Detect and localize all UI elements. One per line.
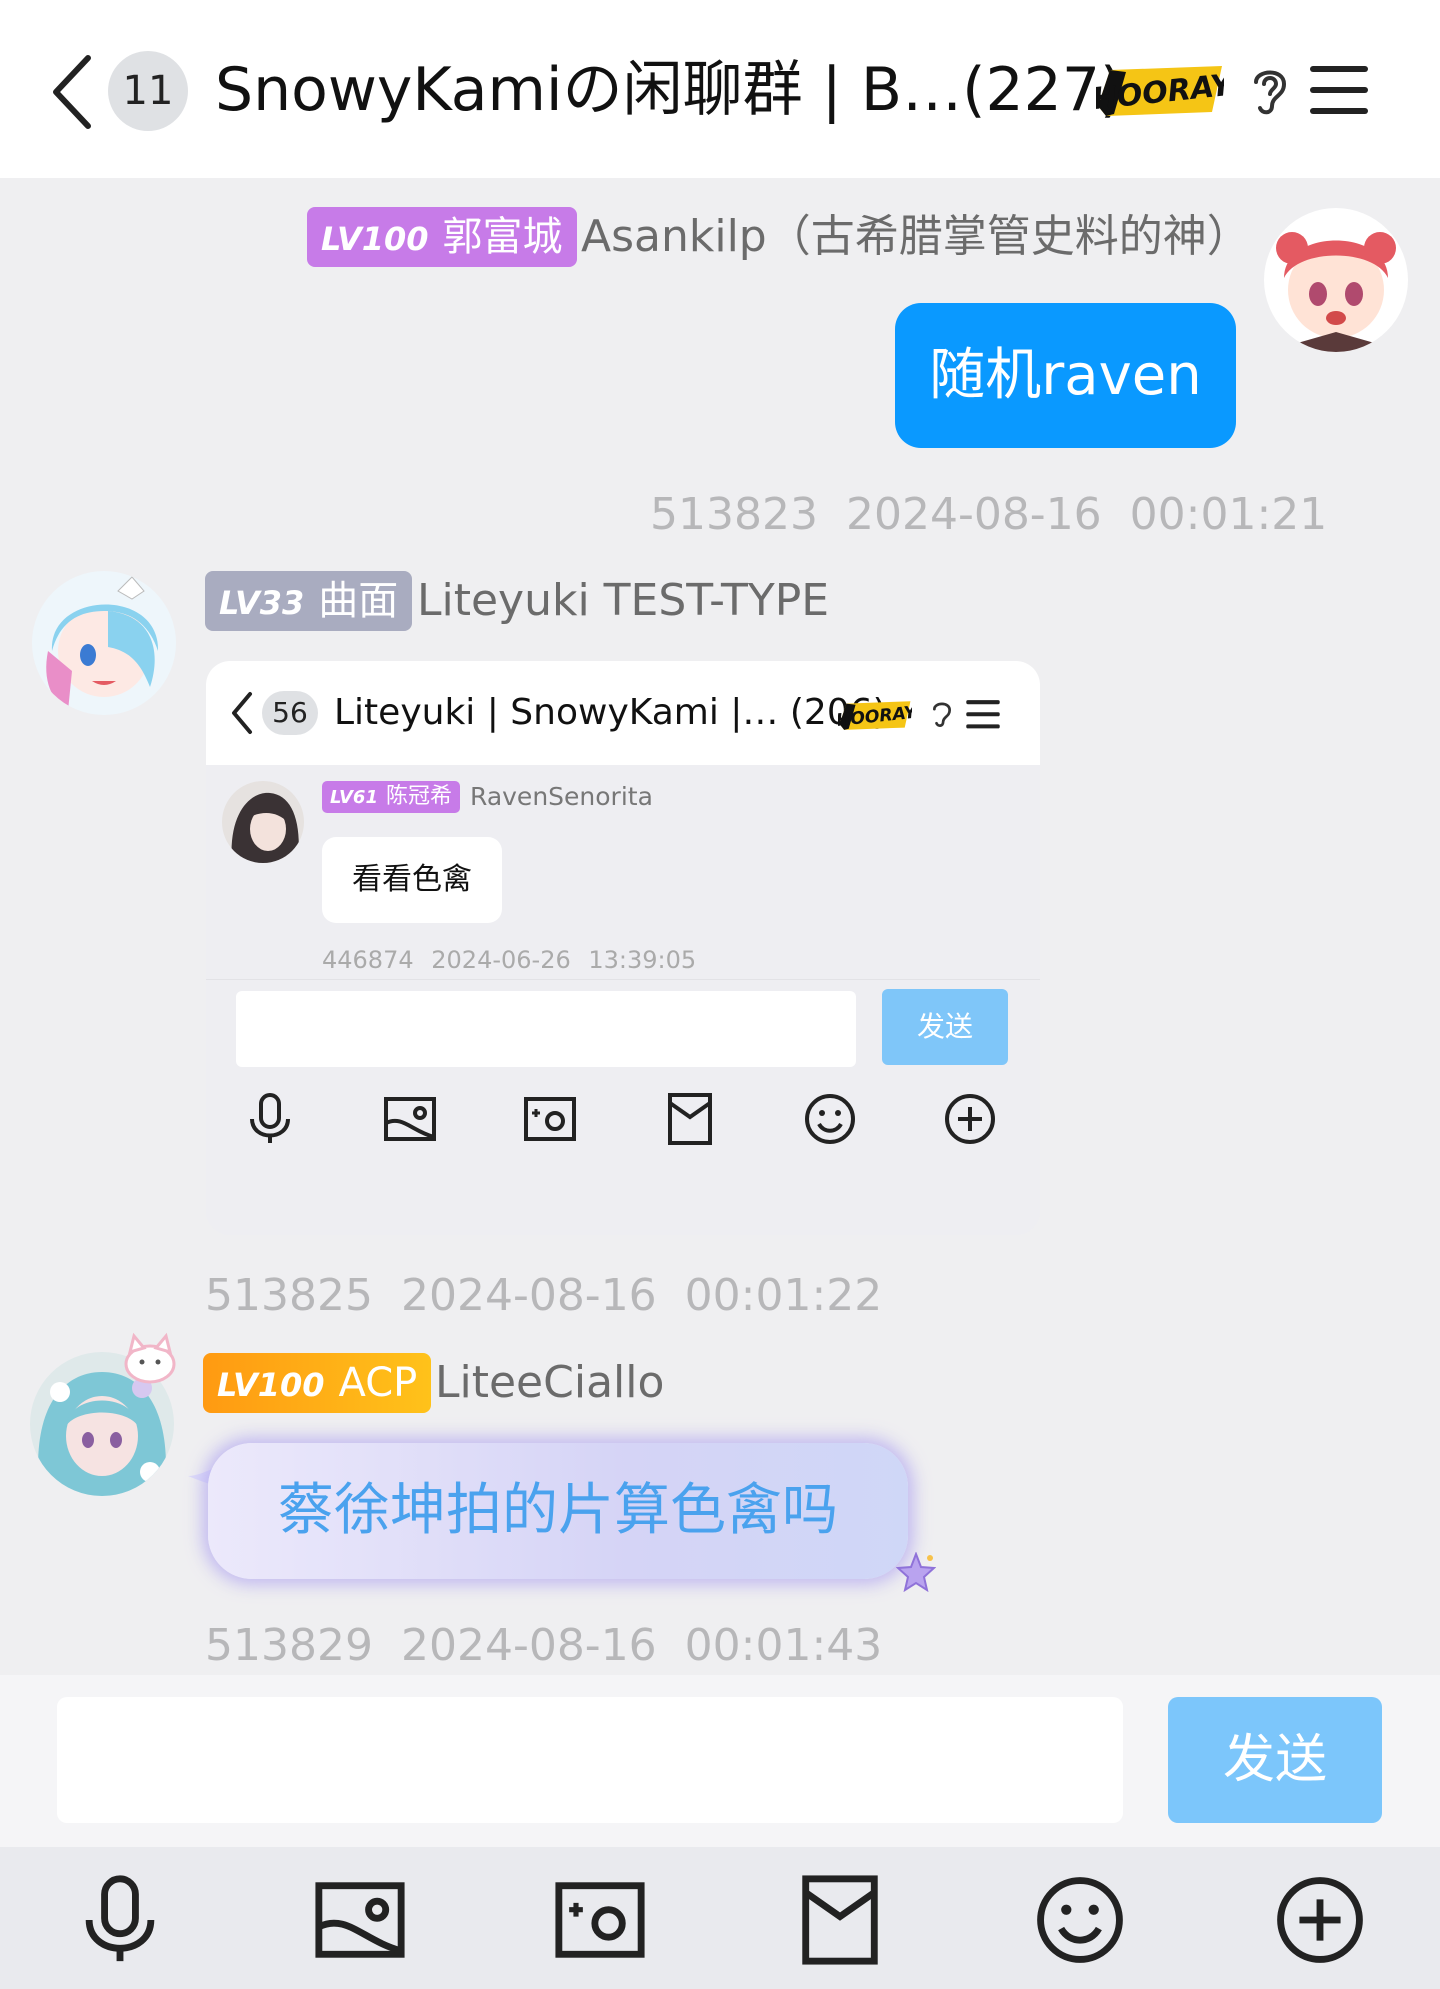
picture-icon bbox=[384, 1097, 436, 1141]
picture-icon[interactable] bbox=[312, 1872, 408, 1968]
message-meta: 513825 2024-08-16 00:01:22 bbox=[205, 1266, 882, 1326]
hooray-badge-icon: HOORAY bbox=[1096, 66, 1224, 117]
sender-nickname[interactable]: Asankilp（古希腊掌管史料的神） bbox=[581, 207, 1251, 267]
chat-header: 11 SnowyKamiの闲聊群 | B…(227) HOORAY bbox=[0, 0, 1440, 178]
ear-icon[interactable] bbox=[1248, 64, 1292, 118]
send-button[interactable]: 发送 bbox=[1168, 1697, 1382, 1823]
hooray-badge-icon: HOORAY bbox=[838, 701, 912, 731]
emoji-icon[interactable] bbox=[1032, 1872, 1128, 1968]
back-arrow-icon[interactable] bbox=[50, 54, 94, 130]
message-meta: 446874 2024-06-26 13:39:05 bbox=[322, 943, 696, 977]
menu-icon bbox=[966, 700, 1000, 729]
unread-count-badge[interactable]: 11 bbox=[108, 51, 188, 131]
cat-decoration-icon bbox=[124, 1332, 176, 1384]
title-tag: 郭富城 bbox=[442, 214, 563, 260]
mic-icon bbox=[250, 1093, 290, 1143]
level-text: LV61 bbox=[330, 787, 378, 808]
camera-icon[interactable] bbox=[552, 1872, 648, 1968]
camera-icon bbox=[524, 1097, 576, 1141]
level-badge: LV100 郭富城 bbox=[307, 207, 577, 267]
message-bubble[interactable]: 随机raven bbox=[895, 303, 1236, 448]
level-badge: LV33 曲面 bbox=[205, 571, 413, 631]
red-packet-icon[interactable] bbox=[792, 1872, 888, 1968]
image-send-button: 发送 bbox=[882, 989, 1008, 1065]
message-id: 446874 bbox=[322, 946, 414, 974]
message-id: 513829 bbox=[205, 1620, 373, 1671]
message-id: 513825 bbox=[205, 1270, 373, 1321]
level-text: LV33 bbox=[219, 584, 305, 622]
avatar-image bbox=[32, 571, 176, 715]
avatar[interactable] bbox=[32, 571, 176, 715]
message-id: 513823 bbox=[650, 489, 818, 540]
avatar bbox=[222, 781, 304, 863]
level-text: LV100 bbox=[321, 220, 429, 258]
chat-title: Liteyuki | SnowyKami |… (206) bbox=[334, 692, 887, 733]
emoji-icon bbox=[805, 1094, 855, 1144]
level-badge: LV61 陈冠希 bbox=[322, 781, 460, 813]
sender-nickname: RavenSenorita bbox=[470, 782, 653, 811]
plus-icon bbox=[945, 1094, 995, 1144]
level-badge: LV100 ACP bbox=[203, 1353, 432, 1413]
message-meta: 513829 2024-08-16 00:01:43 bbox=[205, 1616, 882, 1676]
sender-nickname[interactable]: LiteeCiallo bbox=[435, 1353, 664, 1413]
title-tag: 曲面 bbox=[318, 578, 399, 624]
star-decoration-icon bbox=[896, 1552, 936, 1592]
message-time: 2024-08-16 00:01:22 bbox=[400, 1270, 883, 1321]
title-tag: ACP bbox=[338, 1360, 418, 1406]
bottom-toolbar bbox=[0, 1847, 1440, 1989]
ear-icon bbox=[933, 702, 952, 727]
image-chat-header: 56 Liteyuki | SnowyKami |… (206) HOORAY bbox=[206, 661, 1040, 765]
level-text: LV100 bbox=[217, 1366, 325, 1404]
avatar-image bbox=[1264, 208, 1408, 352]
message-time: 2024-08-16 00:01:43 bbox=[400, 1620, 883, 1671]
message-time: 2024-08-16 00:01:21 bbox=[845, 489, 1328, 540]
sender-nickname[interactable]: Liteyuki TEST-TYPE bbox=[417, 571, 829, 631]
image-toolbar bbox=[206, 1091, 1040, 1171]
image-message[interactable]: 56 Liteyuki | SnowyKami |… (206) HOORAY … bbox=[206, 661, 1040, 1235]
chat-title[interactable]: SnowyKamiの闲聊群 | B…(227) bbox=[215, 50, 1123, 130]
message-meta: 513823 2024-08-16 00:01:21 bbox=[650, 485, 1327, 545]
message-bubble: 看看色禽 bbox=[322, 837, 502, 923]
image-text-input bbox=[236, 991, 856, 1067]
back-arrow-icon bbox=[232, 692, 252, 734]
red-packet-icon bbox=[668, 1093, 712, 1145]
plus-icon[interactable] bbox=[1272, 1872, 1368, 1968]
unread-count-badge: 56 bbox=[262, 691, 318, 735]
message-bubble[interactable]: 蔡徐坤拍的片算色禽吗 bbox=[208, 1443, 908, 1579]
message-time: 2024-06-26 13:39:05 bbox=[431, 946, 697, 974]
title-tag: 陈冠希 bbox=[385, 784, 452, 809]
mic-icon[interactable] bbox=[72, 1872, 168, 1968]
menu-icon[interactable] bbox=[1310, 64, 1368, 116]
message-input[interactable] bbox=[57, 1697, 1123, 1823]
avatar[interactable] bbox=[1264, 208, 1408, 352]
